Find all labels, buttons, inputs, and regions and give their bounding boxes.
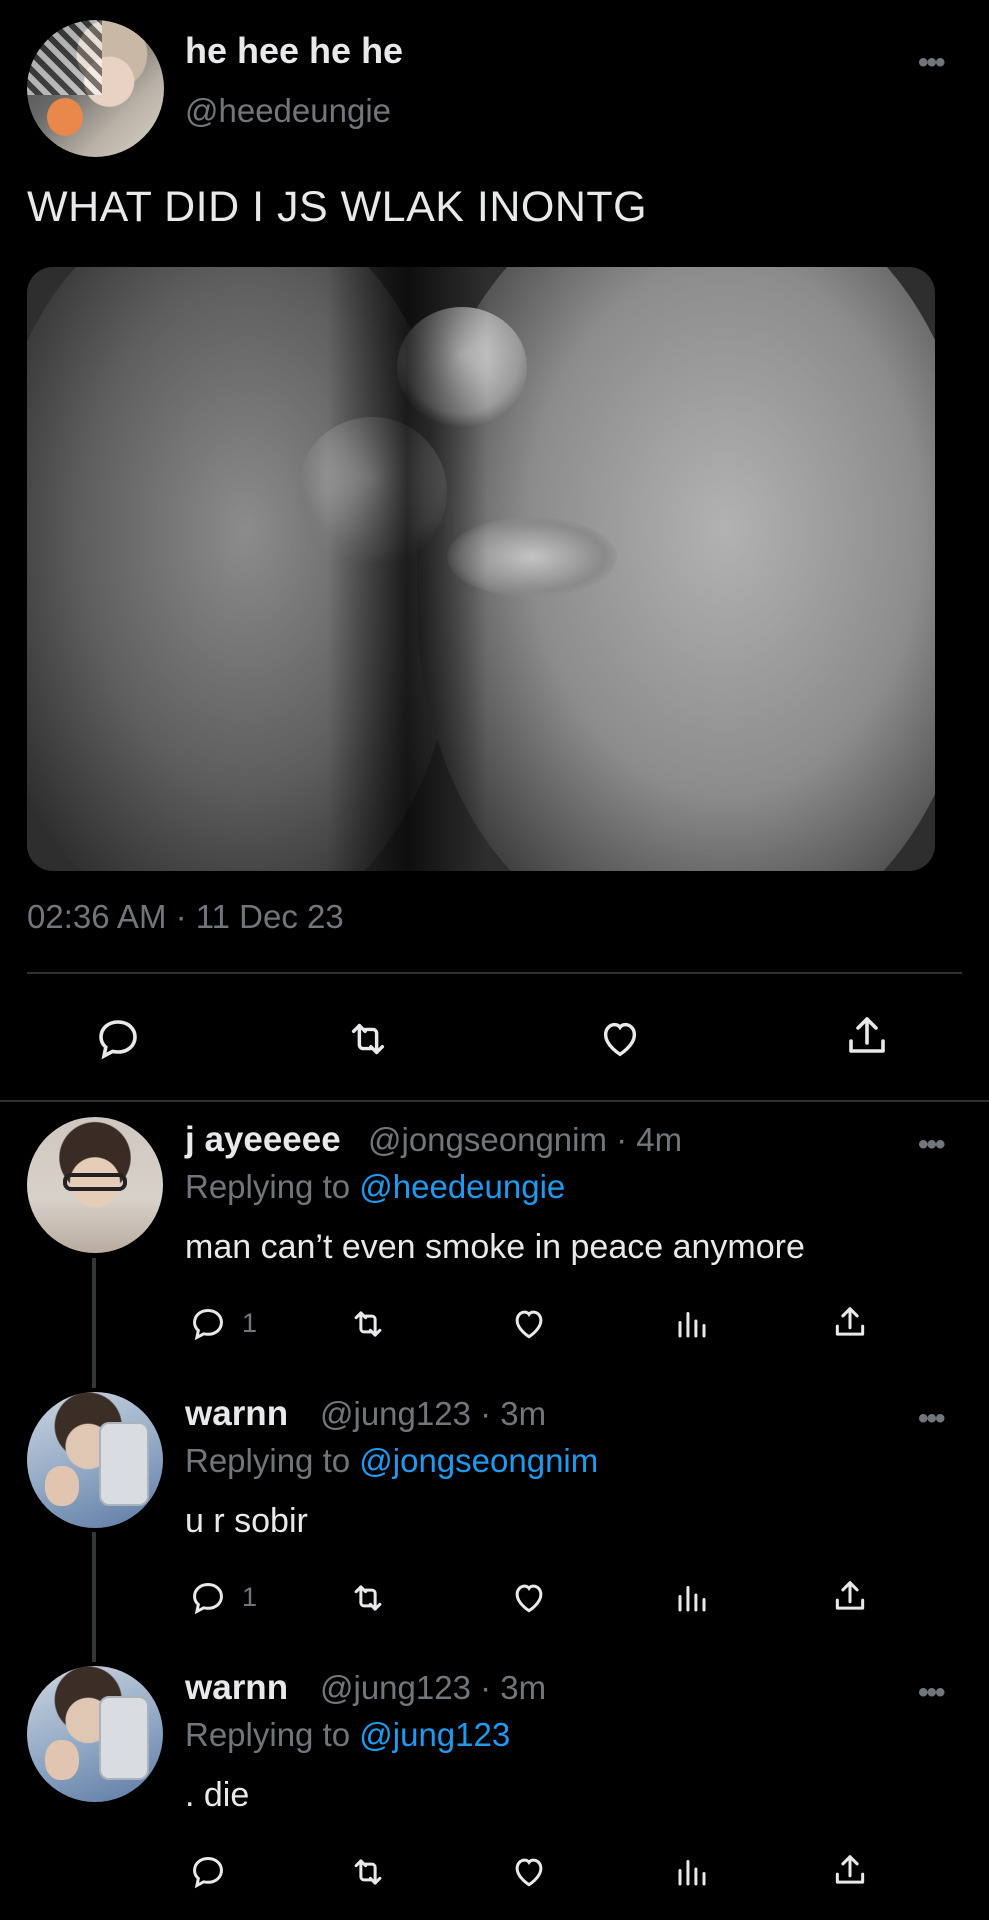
retweet-icon[interactable] <box>346 1578 390 1618</box>
reply-icon[interactable] <box>93 1014 143 1064</box>
reply-text: u r sobir <box>185 1502 308 1540</box>
avatar-background-pattern <box>27 20 103 96</box>
reply-icon[interactable] <box>188 1852 228 1892</box>
author-display-name[interactable]: he hee he he <box>185 30 403 72</box>
more-icon[interactable]: ••• <box>918 1678 945 1708</box>
heart-icon[interactable] <box>508 1578 550 1618</box>
reply-avatar[interactable] <box>27 1392 163 1528</box>
share-icon[interactable] <box>830 1302 870 1344</box>
share-icon[interactable] <box>830 1576 870 1618</box>
share-icon[interactable] <box>830 1850 870 1892</box>
photo-shadow <box>327 267 487 871</box>
reply-count: 1 <box>242 1308 258 1338</box>
replying-to-mention[interactable]: @heedeungie <box>359 1168 565 1205</box>
replying-to-mention[interactable]: @jung123 <box>359 1716 510 1753</box>
heart-icon[interactable] <box>508 1304 550 1344</box>
replying-to-line: Replying to @jongseongnim <box>185 1442 598 1480</box>
more-icon[interactable]: ••• <box>918 1130 945 1160</box>
tweet-detail-page: he hee he he @heedeungie ••• WHAT DID I … <box>0 0 989 1920</box>
divider <box>27 972 962 974</box>
replying-to-mention[interactable]: @jongseongnim <box>359 1442 598 1479</box>
avatar-toy <box>47 98 83 136</box>
tweet-timestamp[interactable]: 02:36 AM · 11 Dec 23 <box>27 898 344 936</box>
more-icon[interactable]: ••• <box>918 48 945 78</box>
reply-avatar[interactable] <box>27 1666 163 1802</box>
avatar-phone <box>99 1696 149 1780</box>
avatar-phone <box>99 1422 149 1506</box>
divider <box>0 1100 989 1102</box>
replying-to-prefix: Replying to <box>185 1442 360 1479</box>
thread-connector <box>92 1532 96 1662</box>
replying-to-line: Replying to @heedeungie <box>185 1168 565 1206</box>
reply-handle-time[interactable]: @jongseongnim · 4m <box>368 1121 682 1159</box>
avatar-glasses <box>63 1173 127 1191</box>
reply-avatar[interactable] <box>27 1117 163 1253</box>
reply-handle-time[interactable]: @jung123 · 3m <box>320 1395 546 1433</box>
reply-count: 1 <box>242 1582 258 1612</box>
views-icon[interactable] <box>672 1304 712 1344</box>
heart-icon[interactable] <box>508 1852 550 1892</box>
retweet-icon[interactable] <box>346 1852 390 1892</box>
reply-icon[interactable] <box>188 1304 228 1344</box>
replying-to-prefix: Replying to <box>185 1168 360 1205</box>
replying-to-prefix: Replying to <box>185 1716 360 1753</box>
retweet-icon[interactable] <box>346 1304 390 1344</box>
more-icon[interactable]: ••• <box>918 1404 945 1434</box>
heart-icon[interactable] <box>594 1014 646 1064</box>
reply-display-name[interactable]: warnn <box>185 1668 288 1708</box>
thread-connector <box>92 1258 96 1388</box>
reply-handle-time[interactable]: @jung123 · 3m <box>320 1669 546 1707</box>
reply-display-name[interactable]: j ayeeeee <box>185 1120 341 1160</box>
replying-to-line: Replying to @jung123 <box>185 1716 510 1754</box>
reply-text: man can’t even smoke in peace anymore <box>185 1228 805 1266</box>
tweet-photo[interactable] <box>27 267 935 871</box>
author-avatar[interactable] <box>27 20 164 157</box>
reply-text: . die <box>185 1776 250 1814</box>
tweet-text: WHAT DID I JS WLAK INONTG <box>27 183 648 231</box>
views-icon[interactable] <box>672 1852 712 1892</box>
avatar-hand <box>45 1466 79 1506</box>
views-icon[interactable] <box>672 1578 712 1618</box>
avatar-hand <box>45 1740 79 1780</box>
share-icon[interactable] <box>842 1010 892 1064</box>
author-handle[interactable]: @heedeungie <box>185 92 391 130</box>
reply-display-name[interactable]: warnn <box>185 1394 288 1434</box>
retweet-icon[interactable] <box>340 1014 396 1064</box>
reply-icon[interactable] <box>188 1578 228 1618</box>
